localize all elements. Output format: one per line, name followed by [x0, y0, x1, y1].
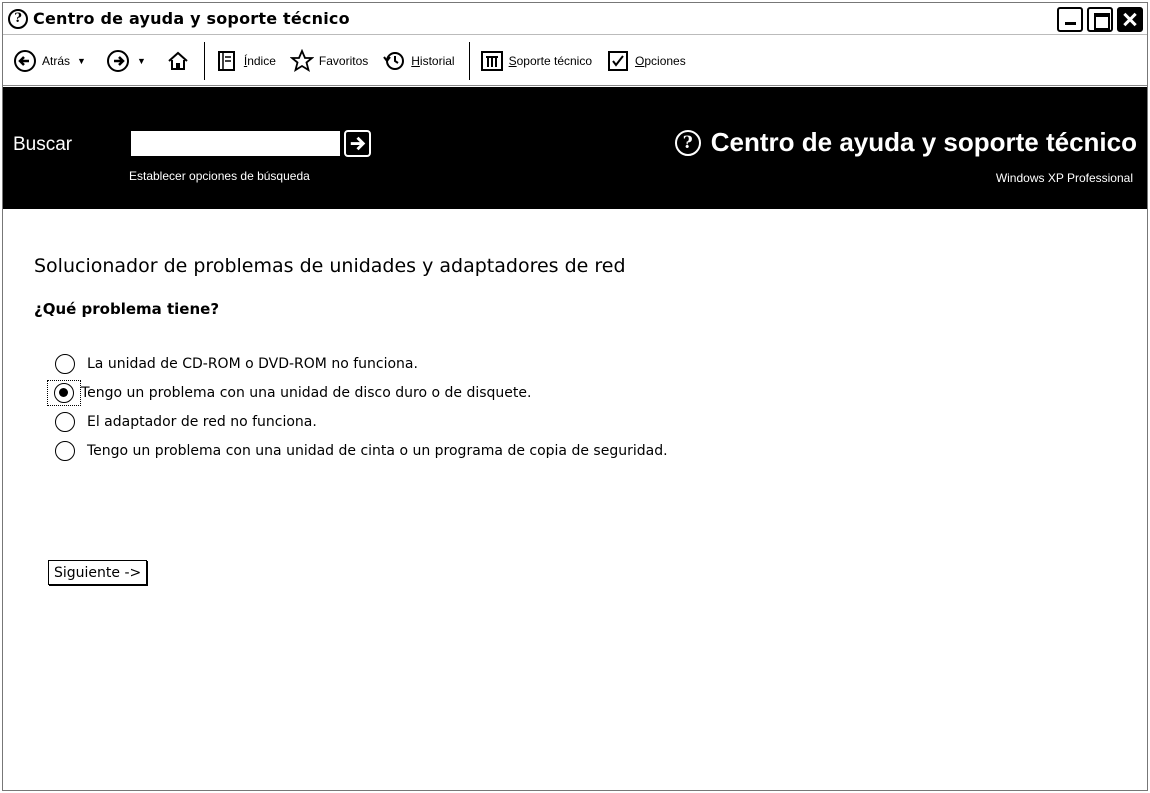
maximize-button[interactable]: [1087, 7, 1113, 32]
checklist-icon: [606, 49, 630, 73]
forward-dropdown-icon[interactable]: ▼: [137, 56, 146, 66]
index-label: Índice: [243, 53, 276, 68]
minimize-button[interactable]: [1057, 7, 1083, 32]
options-button[interactable]: Opciones: [606, 44, 686, 78]
support-button[interactable]: Soporte técnico: [480, 44, 592, 78]
option-label: El adaptador de red no funciona.: [87, 413, 317, 430]
support-label: Soporte técnico: [508, 53, 593, 68]
arrow-right-icon: [350, 136, 366, 151]
help-center-window: ? Centro de ayuda y soporte técnico Atrá…: [2, 2, 1148, 791]
option-cdrom[interactable]: La unidad de CD-ROM o DVD-ROM no funcion…: [47, 349, 668, 378]
forward-arrow-icon: [106, 49, 130, 73]
title-bar[interactable]: ? Centro de ayuda y soporte técnico: [3, 3, 1147, 35]
back-button[interactable]: Atrás ▼: [13, 44, 92, 78]
history-button[interactable]: Historial: [382, 44, 455, 78]
history-icon: [382, 49, 406, 73]
option-label: Tengo un problema con una unidad de disc…: [81, 384, 532, 401]
help-circle-icon: ?: [8, 9, 28, 29]
index-button[interactable]: Índice: [215, 44, 276, 78]
option-hard-disk[interactable]: Tengo un problema con una unidad de disc…: [47, 378, 668, 407]
window-title: Centro de ayuda y soporte técnico: [33, 9, 350, 28]
toolbar-separator: [468, 41, 470, 80]
question-heading: ¿Qué problema tiene?: [34, 300, 220, 318]
back-dropdown-icon[interactable]: ▼: [77, 56, 86, 66]
book-icon: [215, 49, 239, 73]
close-button[interactable]: [1117, 7, 1143, 32]
favorites-button[interactable]: Favoritos: [289, 44, 369, 78]
search-input[interactable]: [131, 131, 340, 156]
radio-button-selected[interactable]: [54, 382, 74, 403]
support-icon: [480, 49, 504, 73]
next-button[interactable]: Siguiente ->: [48, 560, 148, 585]
forward-button[interactable]: ▼: [106, 44, 152, 78]
toolbar: Atrás ▼ ▼ Índice Favoritos Historial Sop…: [3, 36, 1147, 86]
search-label: Buscar: [13, 134, 73, 155]
favorites-label: Favoritos: [318, 53, 369, 68]
option-network-adapter[interactable]: El adaptador de red no funciona.: [47, 407, 668, 436]
problem-options: La unidad de CD-ROM o DVD-ROM no funcion…: [47, 349, 668, 465]
main-content: Solucionador de problemas de unidades y …: [3, 209, 1147, 790]
brand-title-wrap: ? Centro de ayuda y soporte técnico: [674, 127, 1137, 158]
page-title: Solucionador de problemas de unidades y …: [34, 255, 626, 277]
search-go-button[interactable]: [344, 130, 371, 157]
option-label: La unidad de CD-ROM o DVD-ROM no funcion…: [87, 355, 418, 372]
radio-button[interactable]: [55, 440, 75, 461]
home-icon: [166, 49, 190, 73]
toolbar-separator: [203, 41, 205, 80]
help-circle-icon: ?: [674, 129, 701, 156]
options-label: Opciones: [635, 53, 686, 68]
home-button[interactable]: [166, 44, 190, 78]
history-label: Historial: [411, 53, 455, 68]
brand-title: Centro de ayuda y soporte técnico: [710, 127, 1137, 157]
radio-button[interactable]: [55, 411, 75, 432]
option-label: Tengo un problema con una unidad de cint…: [87, 442, 668, 459]
back-arrow-icon: [13, 49, 37, 73]
search-options-link[interactable]: Establecer opciones de búsqueda: [129, 169, 310, 183]
option-tape-backup[interactable]: Tengo un problema con una unidad de cint…: [47, 436, 668, 465]
edition-label: Windows XP Professional: [995, 171, 1133, 185]
radio-button[interactable]: [55, 353, 75, 374]
radio-focus: [47, 379, 81, 406]
window-controls: [1057, 7, 1143, 32]
back-label: Atrás: [42, 53, 71, 68]
star-icon: [289, 48, 315, 73]
search-band: Buscar Establecer opciones de búsqueda ?…: [3, 87, 1147, 209]
